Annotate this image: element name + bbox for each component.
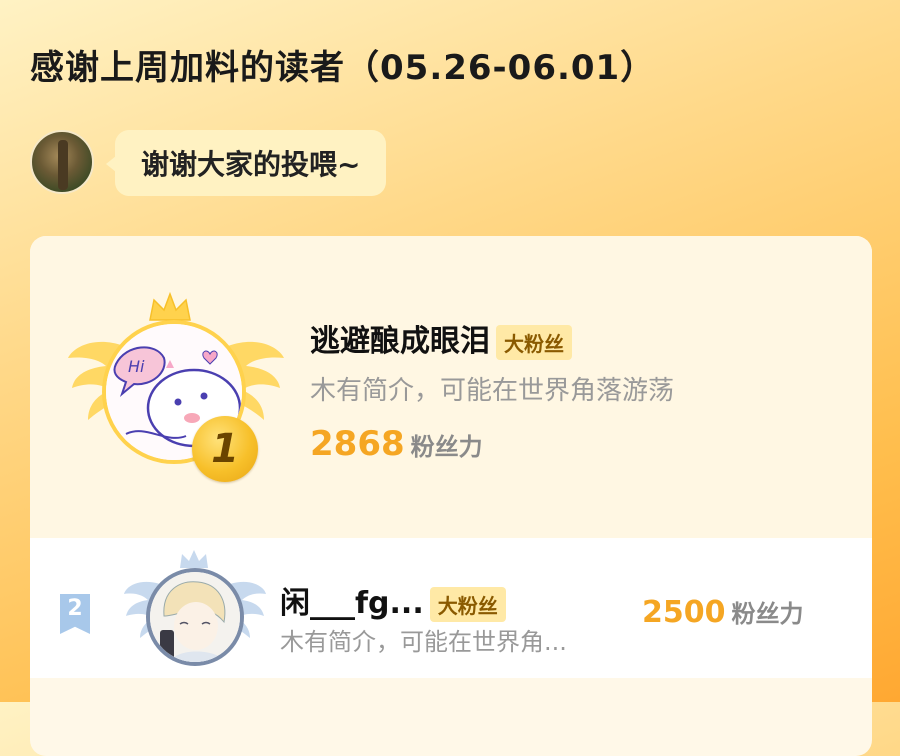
crown-icon bbox=[149, 292, 191, 321]
author-avatar[interactable] bbox=[30, 130, 94, 194]
silver-crown-icon bbox=[180, 550, 208, 568]
rank2-avatar[interactable] bbox=[146, 568, 244, 666]
author-message-bubble: 谢谢大家的投喂~ bbox=[105, 130, 387, 196]
svg-text:Hi: Hi bbox=[128, 357, 145, 376]
rank2-name-row: 闲___fg... 大粉丝 bbox=[280, 578, 506, 622]
rank1-score-unit: 粉丝力 bbox=[410, 433, 483, 461]
rank2-score: 2500 粉丝力 bbox=[642, 594, 804, 630]
rank2-fan-badge: 大粉丝 bbox=[429, 587, 506, 622]
rank2-intro: 木有简介，可能在世界角... bbox=[280, 628, 567, 656]
avatar-illustration bbox=[150, 572, 240, 662]
rank1-username[interactable]: 逃避酿成眼泪 bbox=[310, 324, 490, 359]
rank1-intro: 木有简介，可能在世界角落游荡 bbox=[310, 376, 675, 406]
rank1-fan-badge: 大粉丝 bbox=[496, 325, 572, 360]
rank2-tag: 2 bbox=[60, 594, 90, 634]
rank1-score: 2868 粉丝力 bbox=[310, 424, 483, 464]
leaderboard-card: Hi 1 逃避酿成眼泪 大粉丝 木有简介，可能在世界角落游荡 2868 粉丝力 2 bbox=[30, 236, 872, 756]
rank1-score-value: 2868 bbox=[310, 424, 405, 464]
rank1-medal: 1 bbox=[192, 416, 258, 482]
rank1-name-row: 逃避酿成眼泪 大粉丝 bbox=[310, 316, 572, 360]
author-message-text: 谢谢大家的投喂~ bbox=[141, 148, 361, 181]
rank2-score-unit: 粉丝力 bbox=[731, 600, 804, 628]
rank2-username[interactable]: 闲___fg... bbox=[280, 586, 424, 621]
leaderboard-entry-2[interactable]: 2 闲___fg... 大粉丝 木有简介，可能在世界角... 2500 粉丝力 bbox=[30, 538, 872, 678]
page-title: 感谢上周加料的读者（05.26-06.01） bbox=[30, 48, 656, 88]
leaderboard-entry-1[interactable]: Hi 1 逃避酿成眼泪 大粉丝 木有简介，可能在世界角落游荡 2868 粉丝力 bbox=[30, 236, 872, 538]
rank2-score-value: 2500 bbox=[642, 595, 726, 630]
